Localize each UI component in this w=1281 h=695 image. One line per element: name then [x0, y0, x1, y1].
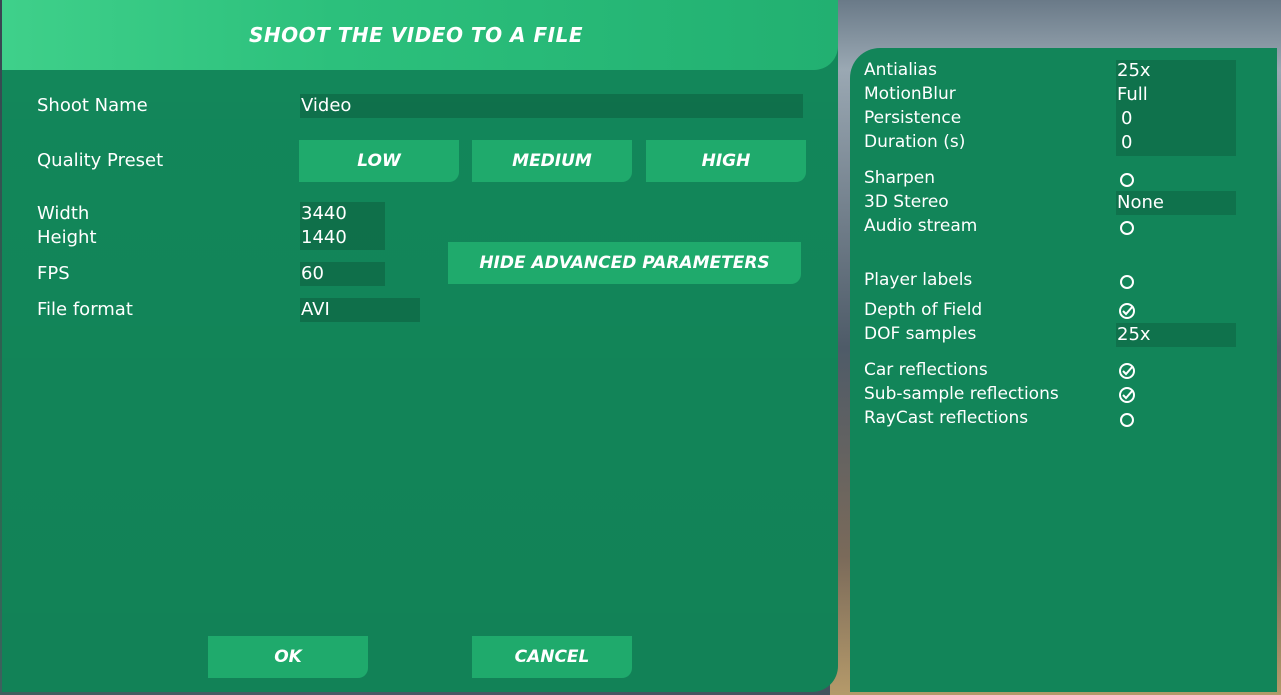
duration-input[interactable]: 0 — [1121, 132, 1132, 153]
subsample-reflections-label: Sub-sample reflections — [864, 384, 1059, 404]
ok-button[interactable]: OK — [208, 636, 368, 678]
preset-medium-button[interactable]: MEDIUM — [472, 140, 632, 182]
player-labels-toggle[interactable] — [1120, 275, 1134, 289]
sharpen-label: Sharpen — [864, 168, 935, 188]
width-label: Width — [37, 203, 90, 224]
motionblur-label: MotionBlur — [864, 84, 956, 104]
shoot-name-label: Shoot Name — [37, 95, 148, 116]
duration-label: Duration (s) — [864, 132, 966, 152]
depth-of-field-checked-icon[interactable] — [1118, 302, 1136, 320]
file-format-select[interactable]: AVI — [300, 298, 420, 322]
audio-stream-toggle[interactable] — [1120, 221, 1134, 235]
stereo-select[interactable]: None — [1117, 192, 1164, 213]
persistence-label: Persistence — [864, 108, 962, 128]
hide-advanced-button[interactable]: HIDE ADVANCED PARAMETERS — [448, 242, 801, 284]
subsample-reflections-checked-icon[interactable] — [1118, 386, 1136, 404]
car-reflections-checked-icon[interactable] — [1118, 362, 1136, 380]
shoot-name-input[interactable]: Video — [300, 94, 803, 118]
dialog-title: SHOOT THE VIDEO TO A FILE — [249, 23, 583, 47]
stereo-label: 3D Stereo — [864, 192, 949, 212]
advanced-panel: Antialias 25x MotionBlur Full Persistenc… — [850, 48, 1277, 692]
antialias-label: Antialias — [864, 60, 937, 80]
motionblur-value[interactable]: Full — [1117, 84, 1148, 105]
cancel-button[interactable]: CANCEL — [472, 636, 632, 678]
fps-input[interactable]: 60 — [300, 262, 385, 286]
fps-label: FPS — [37, 263, 70, 284]
sharpen-toggle[interactable] — [1120, 173, 1134, 187]
quality-preset-label: Quality Preset — [37, 150, 164, 171]
car-reflections-label: Car reflections — [864, 360, 988, 380]
height-label: Height — [37, 227, 97, 248]
player-labels-label: Player labels — [864, 270, 973, 290]
height-input[interactable]: 1440 — [300, 226, 385, 250]
preset-high-button[interactable]: HIGH — [646, 140, 806, 182]
dof-samples-value[interactable]: 25x — [1117, 324, 1151, 345]
raycast-reflections-label: RayCast reflections — [864, 408, 1029, 428]
audio-stream-label: Audio stream — [864, 216, 978, 236]
persistence-input[interactable]: 0 — [1121, 108, 1132, 129]
dof-samples-label: DOF samples — [864, 324, 977, 344]
main-dialog: SHOOT THE VIDEO TO A FILE Shoot Name Vid… — [2, 0, 838, 692]
antialias-value[interactable]: 25x — [1117, 60, 1151, 81]
width-input[interactable]: 3440 — [300, 202, 385, 226]
file-format-label: File format — [37, 299, 133, 320]
preset-low-button[interactable]: LOW — [299, 140, 459, 182]
depth-of-field-label: Depth of Field — [864, 300, 983, 320]
raycast-reflections-toggle[interactable] — [1120, 413, 1134, 427]
title-bar: SHOOT THE VIDEO TO A FILE — [2, 0, 838, 70]
